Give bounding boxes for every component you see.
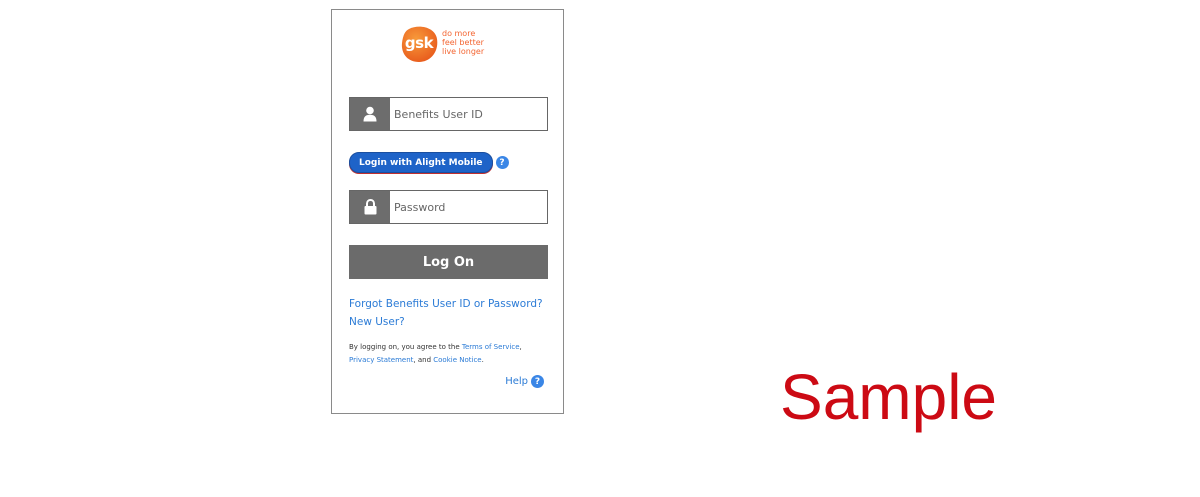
terms-prefix: By logging on, you agree to the <box>349 343 462 351</box>
user-id-input[interactable] <box>390 98 547 130</box>
help-question-icon[interactable]: ? <box>531 375 544 388</box>
tagline-line-2: feel better <box>442 38 484 47</box>
gsk-logo: gsk do more feel better live longer <box>401 25 501 67</box>
terms-notice: By logging on, you agree to the Terms of… <box>349 341 554 367</box>
login-with-alight-mobile-button[interactable]: Login with Alight Mobile <box>349 152 493 173</box>
user-id-field <box>349 97 548 131</box>
page: gsk do more feel better live longer Logi… <box>0 0 1200 497</box>
password-field <box>349 190 548 224</box>
tagline-line-1: do more <box>442 29 476 38</box>
tagline-line-3: live longer <box>442 47 485 56</box>
help-label[interactable]: Help <box>505 376 528 387</box>
password-input[interactable] <box>390 191 547 223</box>
forgot-credentials-link[interactable]: Forgot Benefits User ID or Password? <box>349 298 543 310</box>
login-card: gsk do more feel better live longer Logi… <box>331 9 564 414</box>
terms-comma: , <box>519 343 522 351</box>
cookie-notice-link[interactable]: Cookie Notice <box>433 356 481 364</box>
help-link[interactable]: Help ? <box>505 375 544 388</box>
logo-tagline: do more feel better live longer <box>442 29 484 56</box>
privacy-statement-link[interactable]: Privacy Statement <box>349 356 413 364</box>
sample-watermark: Sample <box>780 361 997 433</box>
new-user-link[interactable]: New User? <box>349 316 405 328</box>
mobile-login-row: Login with Alight Mobile ? <box>349 152 509 173</box>
question-circle-icon[interactable]: ? <box>495 156 509 169</box>
terms-suffix: . <box>481 356 484 364</box>
user-icon <box>350 98 390 130</box>
log-on-button[interactable]: Log On <box>349 245 548 279</box>
lock-icon <box>350 191 390 223</box>
logo-brand-text: gsk <box>404 34 434 52</box>
terms-of-service-link[interactable]: Terms of Service <box>462 343 520 351</box>
terms-and: , and <box>413 356 434 364</box>
